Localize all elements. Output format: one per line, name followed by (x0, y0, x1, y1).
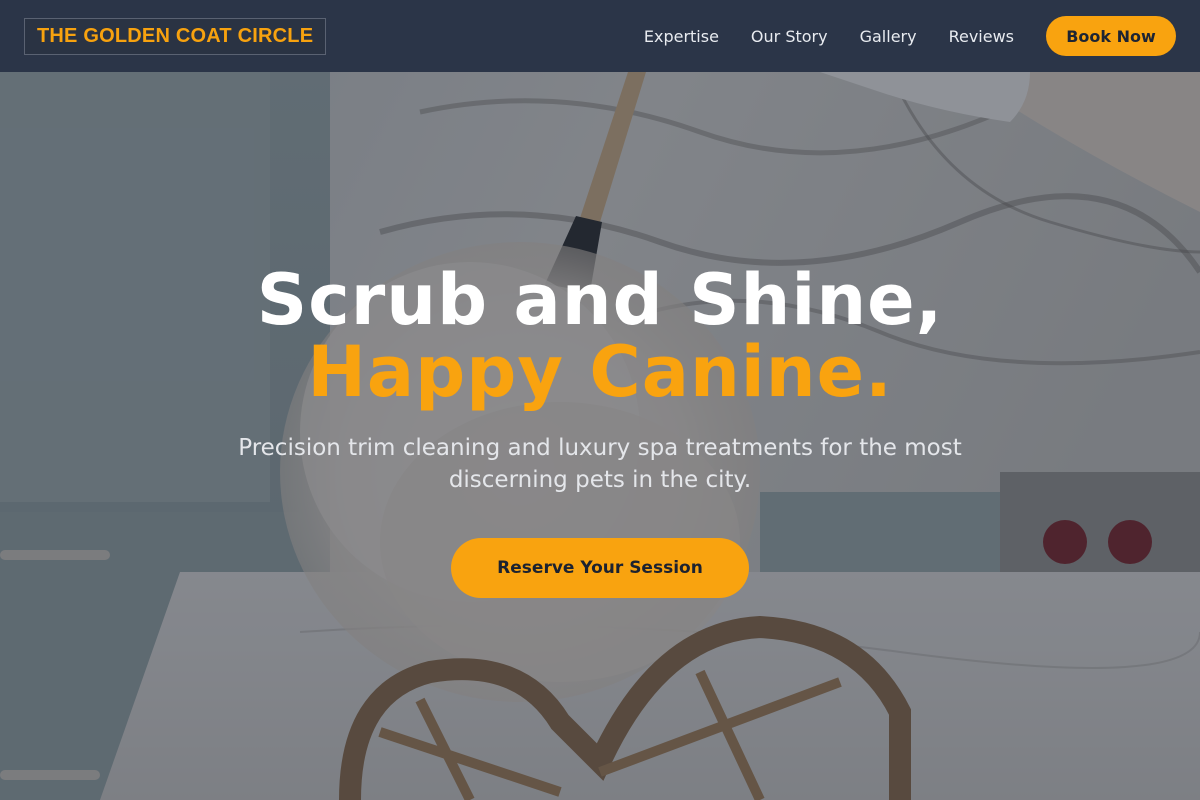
reserve-session-button[interactable]: Reserve Your Session (451, 538, 749, 598)
hero-section: Scrub and Shine, Happy Canine. Precision… (0, 72, 1200, 800)
hero-headline-line1: Scrub and Shine, (256, 259, 944, 341)
nav-link-reviews[interactable]: Reviews (949, 27, 1014, 46)
book-now-button[interactable]: Book Now (1046, 16, 1176, 56)
hero-headline-line2: Happy Canine. (307, 331, 893, 413)
brand-logo[interactable]: THE GOLDEN COAT CIRCLE (24, 17, 327, 55)
nav-link-expertise[interactable]: Expertise (644, 27, 719, 46)
hero-subtitle: Precision trim cleaning and luxury spa t… (238, 435, 962, 493)
main-nav: Expertise Our Story Gallery Reviews Book… (612, 16, 1176, 56)
site-header: THE GOLDEN COAT CIRCLE Expertise Our Sto… (0, 0, 1200, 72)
nav-link-our-story[interactable]: Our Story (751, 27, 828, 46)
nav-link-gallery[interactable]: Gallery (860, 27, 917, 46)
hero-content: Scrub and Shine, Happy Canine. Precision… (0, 72, 1200, 800)
